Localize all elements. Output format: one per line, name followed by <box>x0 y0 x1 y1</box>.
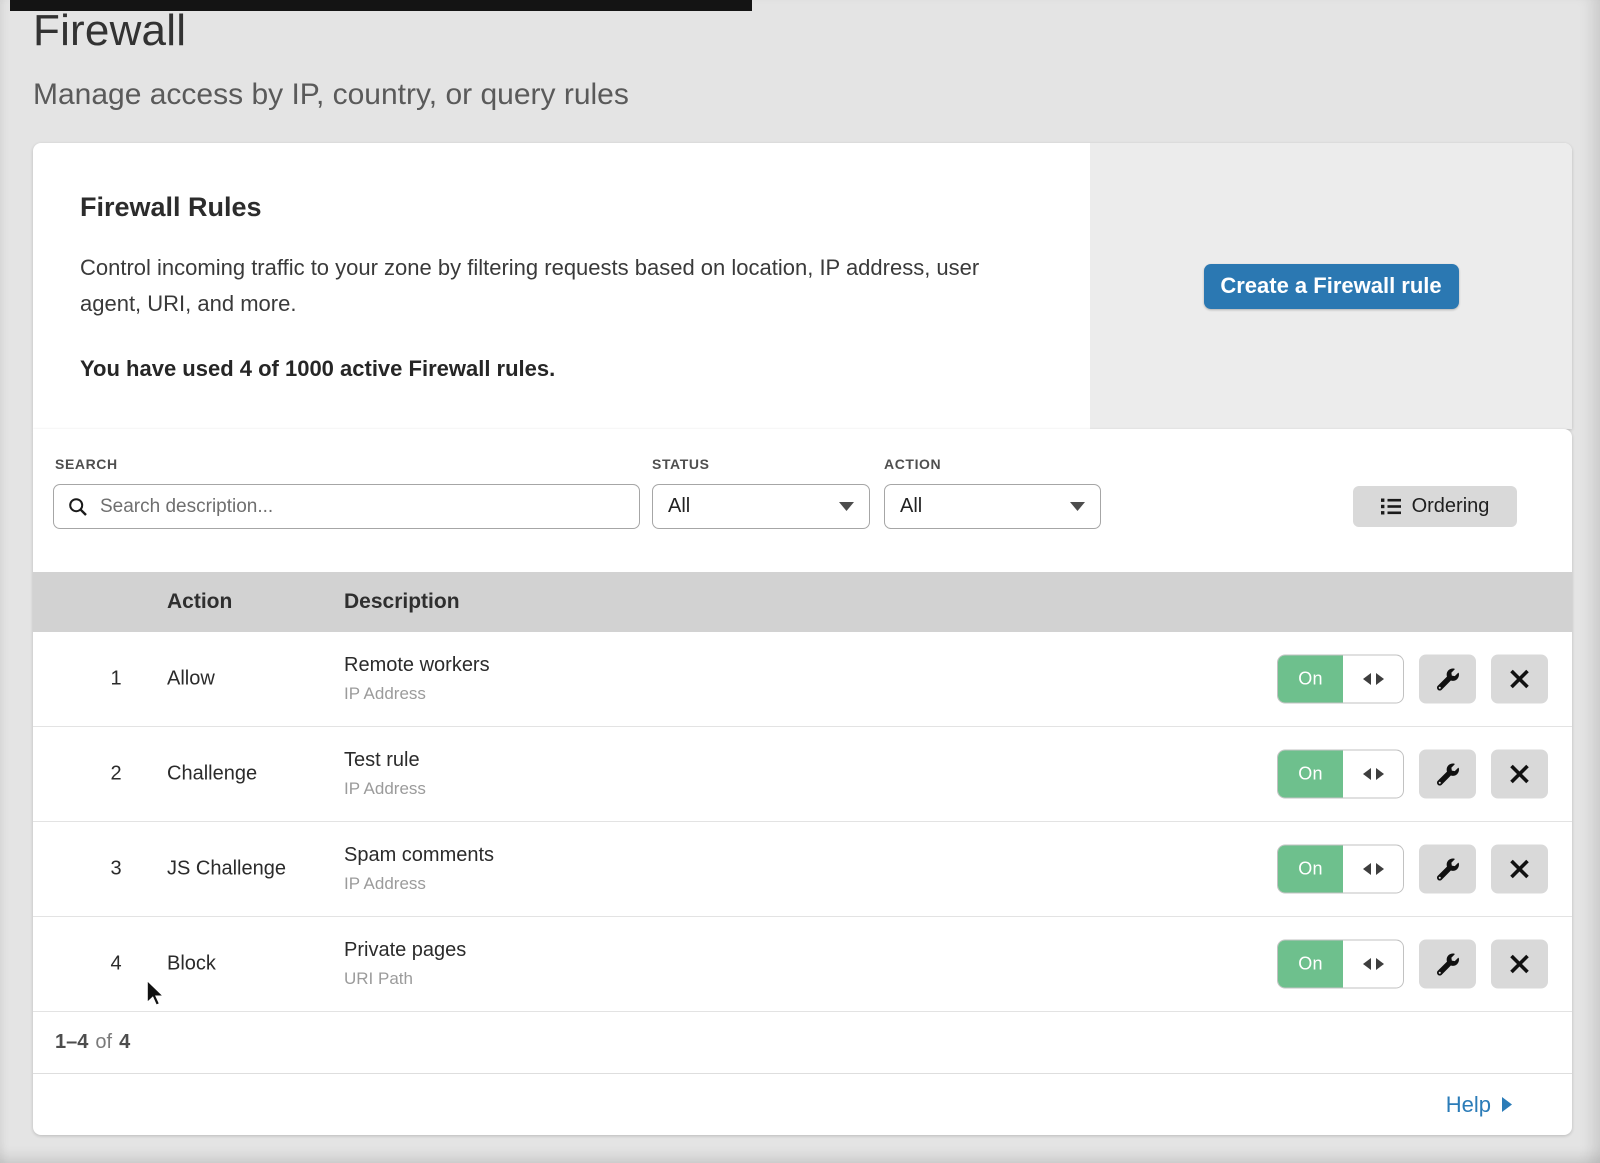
rule-field: IP Address <box>344 874 494 894</box>
help-link-label: Help <box>1446 1092 1491 1118</box>
rule-controls: On <box>1277 750 1548 799</box>
rule-priority: 2 <box>93 763 139 786</box>
search-input[interactable] <box>98 495 625 519</box>
toggle-on-label: On <box>1278 846 1343 893</box>
rules-list-card: SEARCH STATUS All ACTION All <box>33 429 1572 1135</box>
firewall-page: Firewall Manage access by IP, country, o… <box>0 0 1600 1163</box>
edit-rule-button[interactable] <box>1419 655 1476 704</box>
toggle-arrows-icon <box>1343 751 1403 798</box>
rule-description: Remote workers <box>344 654 490 677</box>
ordering-button-label: Ordering <box>1412 495 1490 518</box>
rule-action: Block <box>167 953 216 976</box>
table-row: 1 Allow Remote workers IP Address On <box>33 632 1572 727</box>
status-label: STATUS <box>652 456 710 472</box>
close-icon <box>1509 669 1530 690</box>
rule-action: JS Challenge <box>167 858 286 881</box>
rule-field: URI Path <box>344 969 466 989</box>
ordering-button[interactable]: Ordering <box>1353 486 1517 527</box>
rule-enabled-toggle[interactable]: On <box>1277 655 1404 704</box>
table-row: 2 Challenge Test rule IP Address On <box>33 727 1572 822</box>
table-row: 3 JS Challenge Spam comments IP Address … <box>33 822 1572 917</box>
table-header: Action Description <box>33 572 1572 632</box>
pagination-range: 1–4 <box>55 1031 88 1054</box>
page-subtitle: Manage access by IP, country, or query r… <box>33 78 629 112</box>
delete-rule-button[interactable] <box>1491 845 1548 894</box>
firewall-rules-card-text: Firewall Rules Control incoming traffic … <box>33 143 1090 429</box>
action-select[interactable]: All <box>884 484 1101 529</box>
rule-description-cell: Remote workers IP Address <box>344 654 490 704</box>
rule-description-cell: Private pages URI Path <box>344 939 466 989</box>
search-icon <box>68 497 88 517</box>
rule-action: Challenge <box>167 763 257 786</box>
wrench-icon <box>1437 763 1459 785</box>
column-header-description: Description <box>344 572 460 632</box>
card-description: Control incoming traffic to your zone by… <box>80 250 1030 322</box>
toggle-arrows-icon <box>1343 656 1403 703</box>
close-icon <box>1509 859 1530 880</box>
delete-rule-button[interactable] <box>1491 655 1548 704</box>
rule-description: Test rule <box>344 749 426 772</box>
action-label: ACTION <box>884 456 941 472</box>
rule-enabled-toggle[interactable]: On <box>1277 750 1404 799</box>
action-selected-value: All <box>900 495 922 518</box>
pagination: 1–4 of 4 <box>33 1012 1572 1073</box>
help-link[interactable]: Help <box>1446 1092 1512 1118</box>
status-select[interactable]: All <box>652 484 870 529</box>
toggle-arrows-icon <box>1343 941 1403 988</box>
card-footer: Help <box>33 1073 1572 1135</box>
create-rule-panel: Create a Firewall rule <box>1090 143 1572 429</box>
wrench-icon <box>1437 953 1459 975</box>
chevron-down-icon <box>839 502 854 511</box>
rule-description: Private pages <box>344 939 466 962</box>
rule-priority: 1 <box>93 668 139 691</box>
help-arrow-icon <box>1502 1097 1512 1112</box>
edit-rule-button[interactable] <box>1419 940 1476 989</box>
delete-rule-button[interactable] <box>1491 750 1548 799</box>
rule-controls: On <box>1277 655 1548 704</box>
toggle-on-label: On <box>1278 941 1343 988</box>
rule-controls: On <box>1277 845 1548 894</box>
ordering-list-icon <box>1381 498 1401 515</box>
firewall-rules-card: Firewall Rules Control incoming traffic … <box>33 143 1572 429</box>
table-row: 4 Block Private pages URI Path On <box>33 917 1572 1012</box>
pagination-total: 4 <box>119 1031 130 1054</box>
column-header-action: Action <box>167 572 232 632</box>
search-label: SEARCH <box>55 456 118 472</box>
rule-field: IP Address <box>344 684 490 704</box>
rule-field: IP Address <box>344 779 426 799</box>
page-title: Firewall <box>33 6 186 56</box>
status-selected-value: All <box>668 495 690 518</box>
pagination-of: of <box>95 1031 112 1054</box>
rule-enabled-toggle[interactable]: On <box>1277 845 1404 894</box>
rule-description-cell: Test rule IP Address <box>344 749 426 799</box>
toggle-on-label: On <box>1278 656 1343 703</box>
search-field-wrapper <box>53 484 640 529</box>
toggle-arrows-icon <box>1343 846 1403 893</box>
rule-description-cell: Spam comments IP Address <box>344 844 494 894</box>
rules-table-body: 1 Allow Remote workers IP Address On <box>33 632 1572 1012</box>
rule-enabled-toggle[interactable]: On <box>1277 940 1404 989</box>
edit-rule-button[interactable] <box>1419 750 1476 799</box>
wrench-icon <box>1437 858 1459 880</box>
rule-controls: On <box>1277 940 1548 989</box>
chevron-down-icon <box>1070 502 1085 511</box>
card-title: Firewall Rules <box>80 192 1050 223</box>
close-icon <box>1509 954 1530 975</box>
delete-rule-button[interactable] <box>1491 940 1548 989</box>
rule-priority: 4 <box>93 953 139 976</box>
create-firewall-rule-button[interactable]: Create a Firewall rule <box>1204 264 1459 309</box>
close-icon <box>1509 764 1530 785</box>
wrench-icon <box>1437 668 1459 690</box>
rule-priority: 3 <box>93 858 139 881</box>
edit-rule-button[interactable] <box>1419 845 1476 894</box>
rules-usage-text: You have used 4 of 1000 active Firewall … <box>80 356 1050 382</box>
rule-description: Spam comments <box>344 844 494 867</box>
rule-action: Allow <box>167 668 215 691</box>
toggle-on-label: On <box>1278 751 1343 798</box>
